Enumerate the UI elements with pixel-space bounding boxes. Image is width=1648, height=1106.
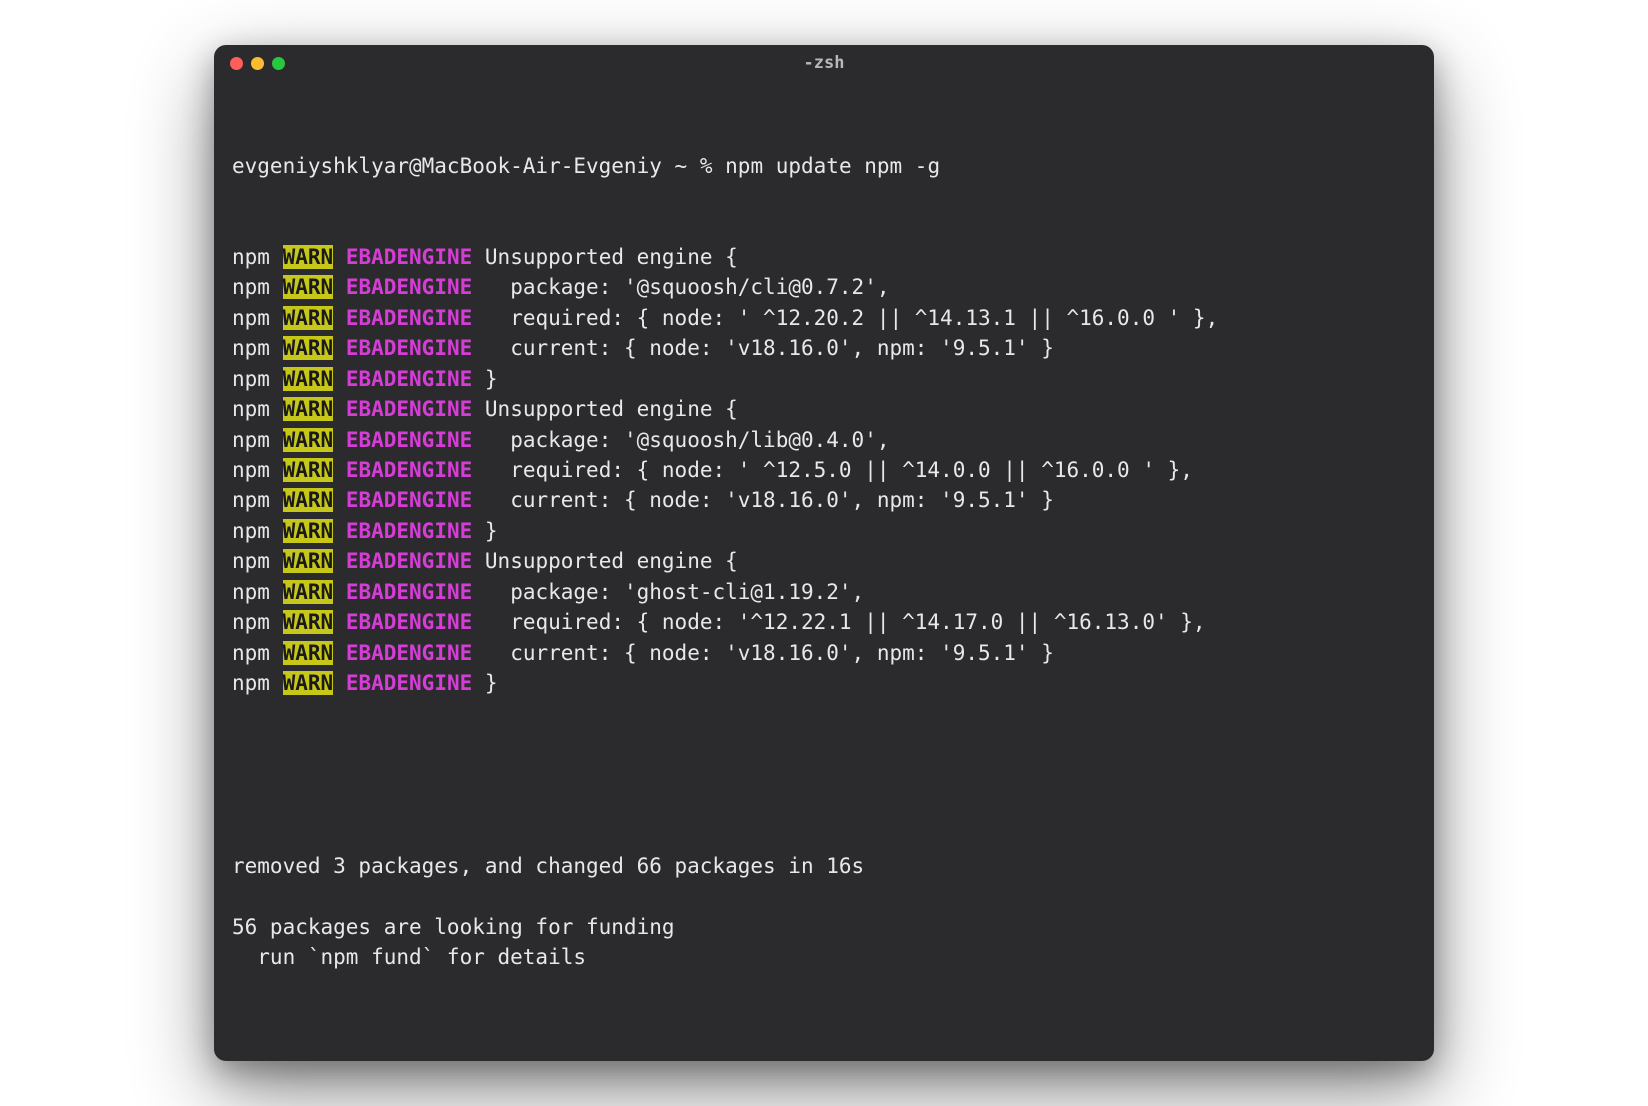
warn-line: npm WARN EBADENGINE Unsupported engine { [232,242,1416,272]
warn-message: } [472,671,497,695]
warn-line: npm WARN EBADENGINE required: { node: '^… [232,607,1416,637]
prompt-symbol: % [700,154,713,178]
warn-message: required: { node: ' ^12.5.0 || ^14.0.0 |… [472,458,1193,482]
warn-line: npm WARN EBADENGINE required: { node: ' … [232,303,1416,333]
warn-label: WARN [283,610,334,634]
npm-label: npm [232,519,270,543]
warn-message: package: '@squoosh/lib@0.4.0', [472,428,889,452]
warn-line: npm WARN EBADENGINE package: '@squoosh/l… [232,425,1416,455]
warn-message: current: { node: 'v18.16.0', npm: '9.5.1… [472,641,1054,665]
warn-line: npm WARN EBADENGINE package: 'ghost-cli@… [232,577,1416,607]
prompt-line: evgeniyshklyar@MacBook-Air-Evgeniy ~ % n… [232,151,1416,181]
error-code-label: EBADENGINE [346,397,472,421]
warn-message: } [472,367,497,391]
error-code-label: EBADENGINE [346,336,472,360]
npm-label: npm [232,275,270,299]
warn-line: npm WARN EBADENGINE required: { node: ' … [232,455,1416,485]
error-code-label: EBADENGINE [346,671,472,695]
warn-label: WARN [283,580,334,604]
blank-line [232,881,1416,911]
warn-message: Unsupported engine { [472,245,738,269]
warn-message: Unsupported engine { [472,397,738,421]
error-code-label: EBADENGINE [346,245,472,269]
npm-label: npm [232,610,270,634]
npm-label: npm [232,488,270,512]
warn-label: WARN [283,641,334,665]
warn-label: WARN [283,549,334,573]
npm-label: npm [232,458,270,482]
npm-label: npm [232,671,270,695]
warn-message: Unsupported engine { [472,549,738,573]
warn-line: npm WARN EBADENGINE } [232,668,1416,698]
maximize-icon[interactable] [272,57,285,70]
error-code-label: EBADENGINE [346,306,472,330]
output-line: run `npm fund` for details [232,942,1416,972]
warn-label: WARN [283,428,334,452]
error-code-label: EBADENGINE [346,367,472,391]
warn-message: required: { node: '^12.22.1 || ^14.17.0 … [472,610,1205,634]
npm-label: npm [232,549,270,573]
warn-message: } [472,519,497,543]
warn-line: npm WARN EBADENGINE package: '@squoosh/c… [232,272,1416,302]
output-line: 56 packages are looking for funding [232,912,1416,942]
npm-label: npm [232,397,270,421]
titlebar: -zsh [214,45,1434,82]
warn-label: WARN [283,488,334,512]
warn-line: npm WARN EBADENGINE current: { node: 'v1… [232,638,1416,668]
warn-message: current: { node: 'v18.16.0', npm: '9.5.1… [472,336,1054,360]
traffic-lights [230,57,285,70]
npm-label: npm [232,580,270,604]
npm-label: npm [232,245,270,269]
error-code-label: EBADENGINE [346,641,472,665]
prompt-user-host: evgeniyshklyar@MacBook-Air-Evgeniy [232,154,662,178]
terminal-window: -zsh evgeniyshklyar@MacBook-Air-Evgeniy … [214,45,1434,1062]
warn-line: npm WARN EBADENGINE } [232,364,1416,394]
warn-line: npm WARN EBADENGINE current: { node: 'v1… [232,333,1416,363]
warn-message: current: { node: 'v18.16.0', npm: '9.5.1… [472,488,1054,512]
error-code-label: EBADENGINE [346,519,472,543]
warn-label: WARN [283,336,334,360]
blank-line [232,759,1416,789]
npm-label: npm [232,428,270,452]
npm-label: npm [232,367,270,391]
warn-message: required: { node: ' ^12.20.2 || ^14.13.1… [472,306,1218,330]
error-code-label: EBADENGINE [346,580,472,604]
error-code-label: EBADENGINE [346,549,472,573]
error-code-label: EBADENGINE [346,458,472,482]
warn-label: WARN [283,367,334,391]
npm-label: npm [232,306,270,330]
warn-line: npm WARN EBADENGINE Unsupported engine { [232,394,1416,424]
warn-message: package: 'ghost-cli@1.19.2', [472,580,864,604]
prompt-path: ~ [675,154,688,178]
minimize-icon[interactable] [251,57,264,70]
window-title: -zsh [804,53,845,73]
warn-message: package: '@squoosh/cli@0.7.2', [472,275,889,299]
prompt-command: npm update npm -g [725,154,940,178]
warn-label: WARN [283,275,334,299]
warn-label: WARN [283,245,334,269]
warn-label: WARN [283,458,334,482]
npm-label: npm [232,641,270,665]
warn-label: WARN [283,519,334,543]
npm-label: npm [232,336,270,360]
terminal-body[interactable]: evgeniyshklyar@MacBook-Air-Evgeniy ~ % n… [214,82,1434,1062]
output-line: removed 3 packages, and changed 66 packa… [232,851,1416,881]
warn-line: npm WARN EBADENGINE Unsupported engine { [232,546,1416,576]
warn-line: npm WARN EBADENGINE current: { node: 'v1… [232,485,1416,515]
warn-line: npm WARN EBADENGINE } [232,516,1416,546]
warn-label: WARN [283,671,334,695]
error-code-label: EBADENGINE [346,428,472,452]
warn-label: WARN [283,397,334,421]
error-code-label: EBADENGINE [346,610,472,634]
warn-label: WARN [283,306,334,330]
close-icon[interactable] [230,57,243,70]
error-code-label: EBADENGINE [346,275,472,299]
error-code-label: EBADENGINE [346,488,472,512]
